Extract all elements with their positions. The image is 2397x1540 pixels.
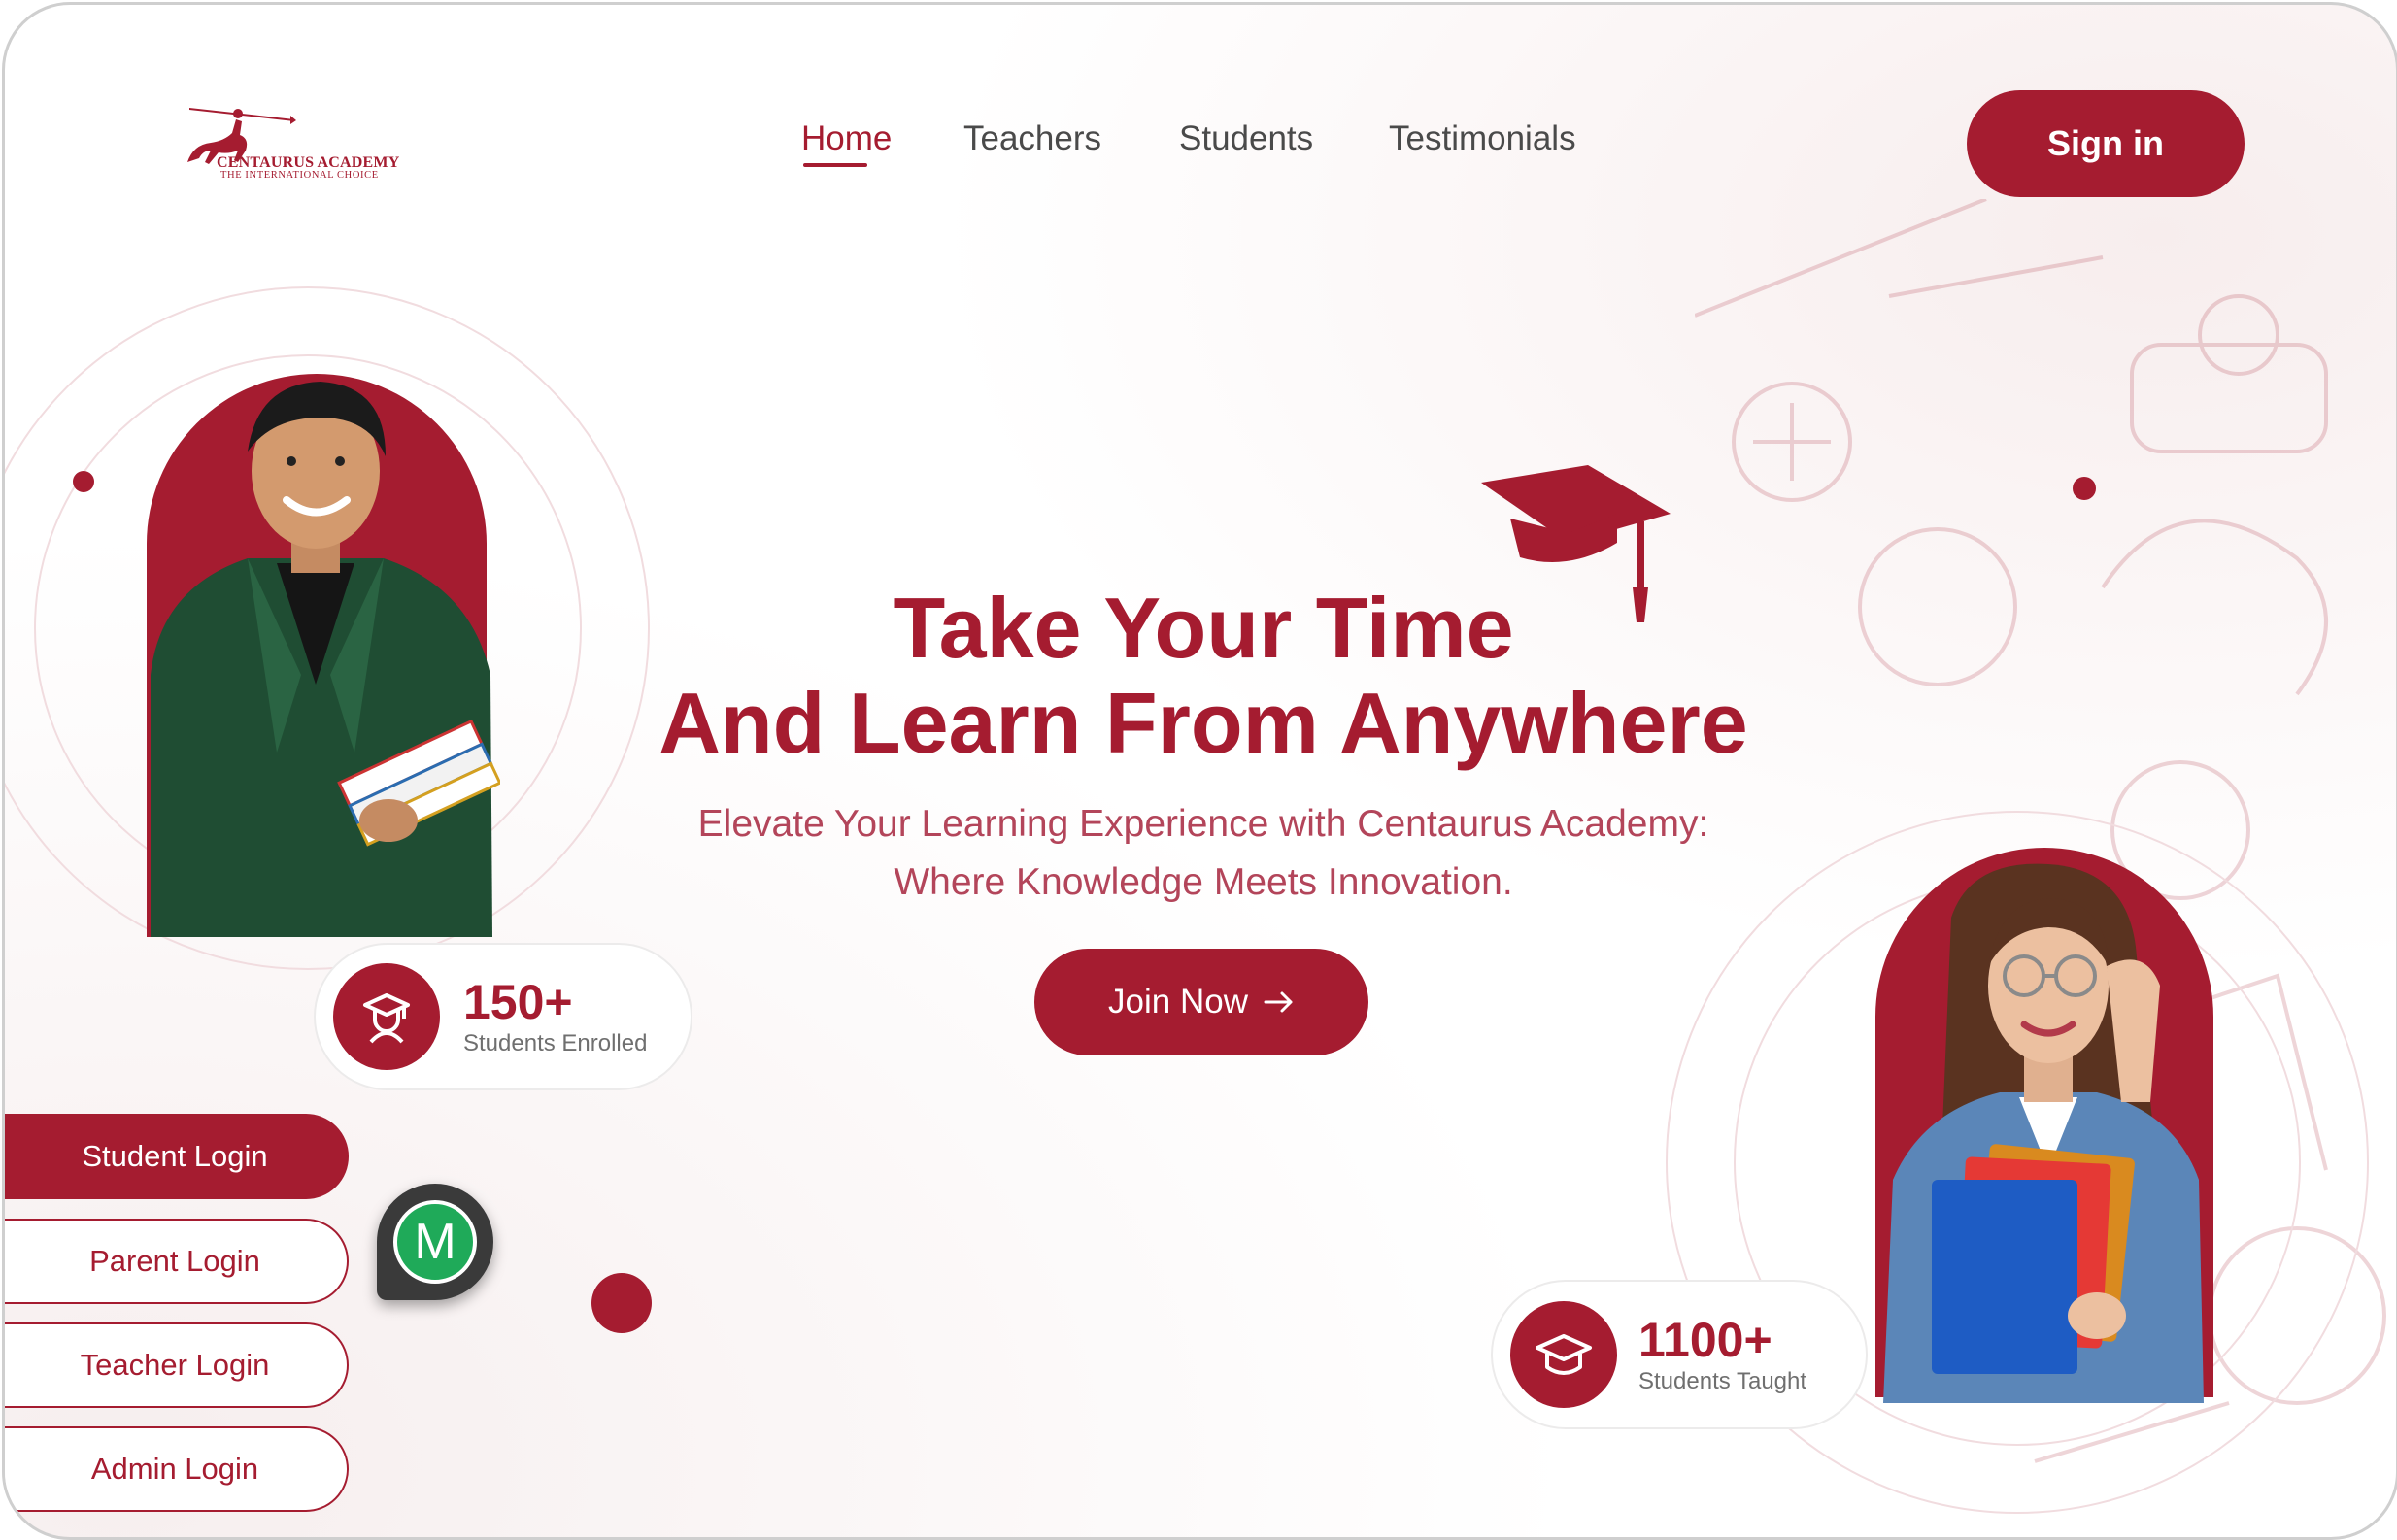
badge-letter: M (393, 1200, 477, 1284)
arrow-right-icon (1264, 991, 1293, 1013)
stat-value: 1100+ (1638, 1313, 1772, 1367)
chat-badge[interactable]: M (377, 1184, 493, 1300)
graduation-cap-icon (1510, 1301, 1617, 1408)
student-icon (333, 963, 440, 1070)
stat-label: Students Enrolled (463, 1030, 648, 1056)
parent-login-button[interactable]: Parent Login (5, 1219, 349, 1304)
nav-item-home[interactable]: Home (801, 119, 892, 158)
join-now-label: Join Now (1108, 983, 1248, 1021)
decor-dot (2073, 477, 2096, 500)
page-frame: CENTAURUS ACADEMY THE INTERNATIONAL CHOI… (2, 2, 2397, 1540)
stat-value: 150+ (463, 975, 573, 1029)
nav-item-teachers[interactable]: Teachers (963, 119, 1101, 158)
decor-dot (73, 471, 94, 492)
stat-students-taught: 1100+ Students Taught (1491, 1280, 1868, 1429)
stat-label: Students Taught (1638, 1368, 1807, 1394)
sign-in-button[interactable]: Sign in (1967, 90, 2245, 197)
hero-title-line-2: And Learn From Anywhere (658, 675, 1748, 771)
logo-tagline: THE INTERNATIONAL CHOICE (220, 170, 379, 181)
logo[interactable]: CENTAURUS ACADEMY THE INTERNATIONAL CHOI… (170, 94, 403, 191)
female-student-photo (1883, 863, 2204, 1403)
stat-students-enrolled: 150+ Students Enrolled (314, 943, 692, 1090)
teacher-login-button[interactable]: Teacher Login (5, 1322, 349, 1408)
nav-item-testimonials[interactable]: Testimonials (1389, 119, 1576, 158)
student-login-button[interactable]: Student Login (5, 1114, 349, 1199)
admin-login-button[interactable]: Admin Login (5, 1426, 349, 1512)
nav-item-students[interactable]: Students (1179, 119, 1313, 158)
decor-dot (591, 1273, 652, 1333)
hero-title-line-1: Take Your Time (893, 580, 1514, 676)
join-now-button[interactable]: Join Now (1034, 949, 1368, 1055)
nav-active-indicator (803, 163, 867, 167)
